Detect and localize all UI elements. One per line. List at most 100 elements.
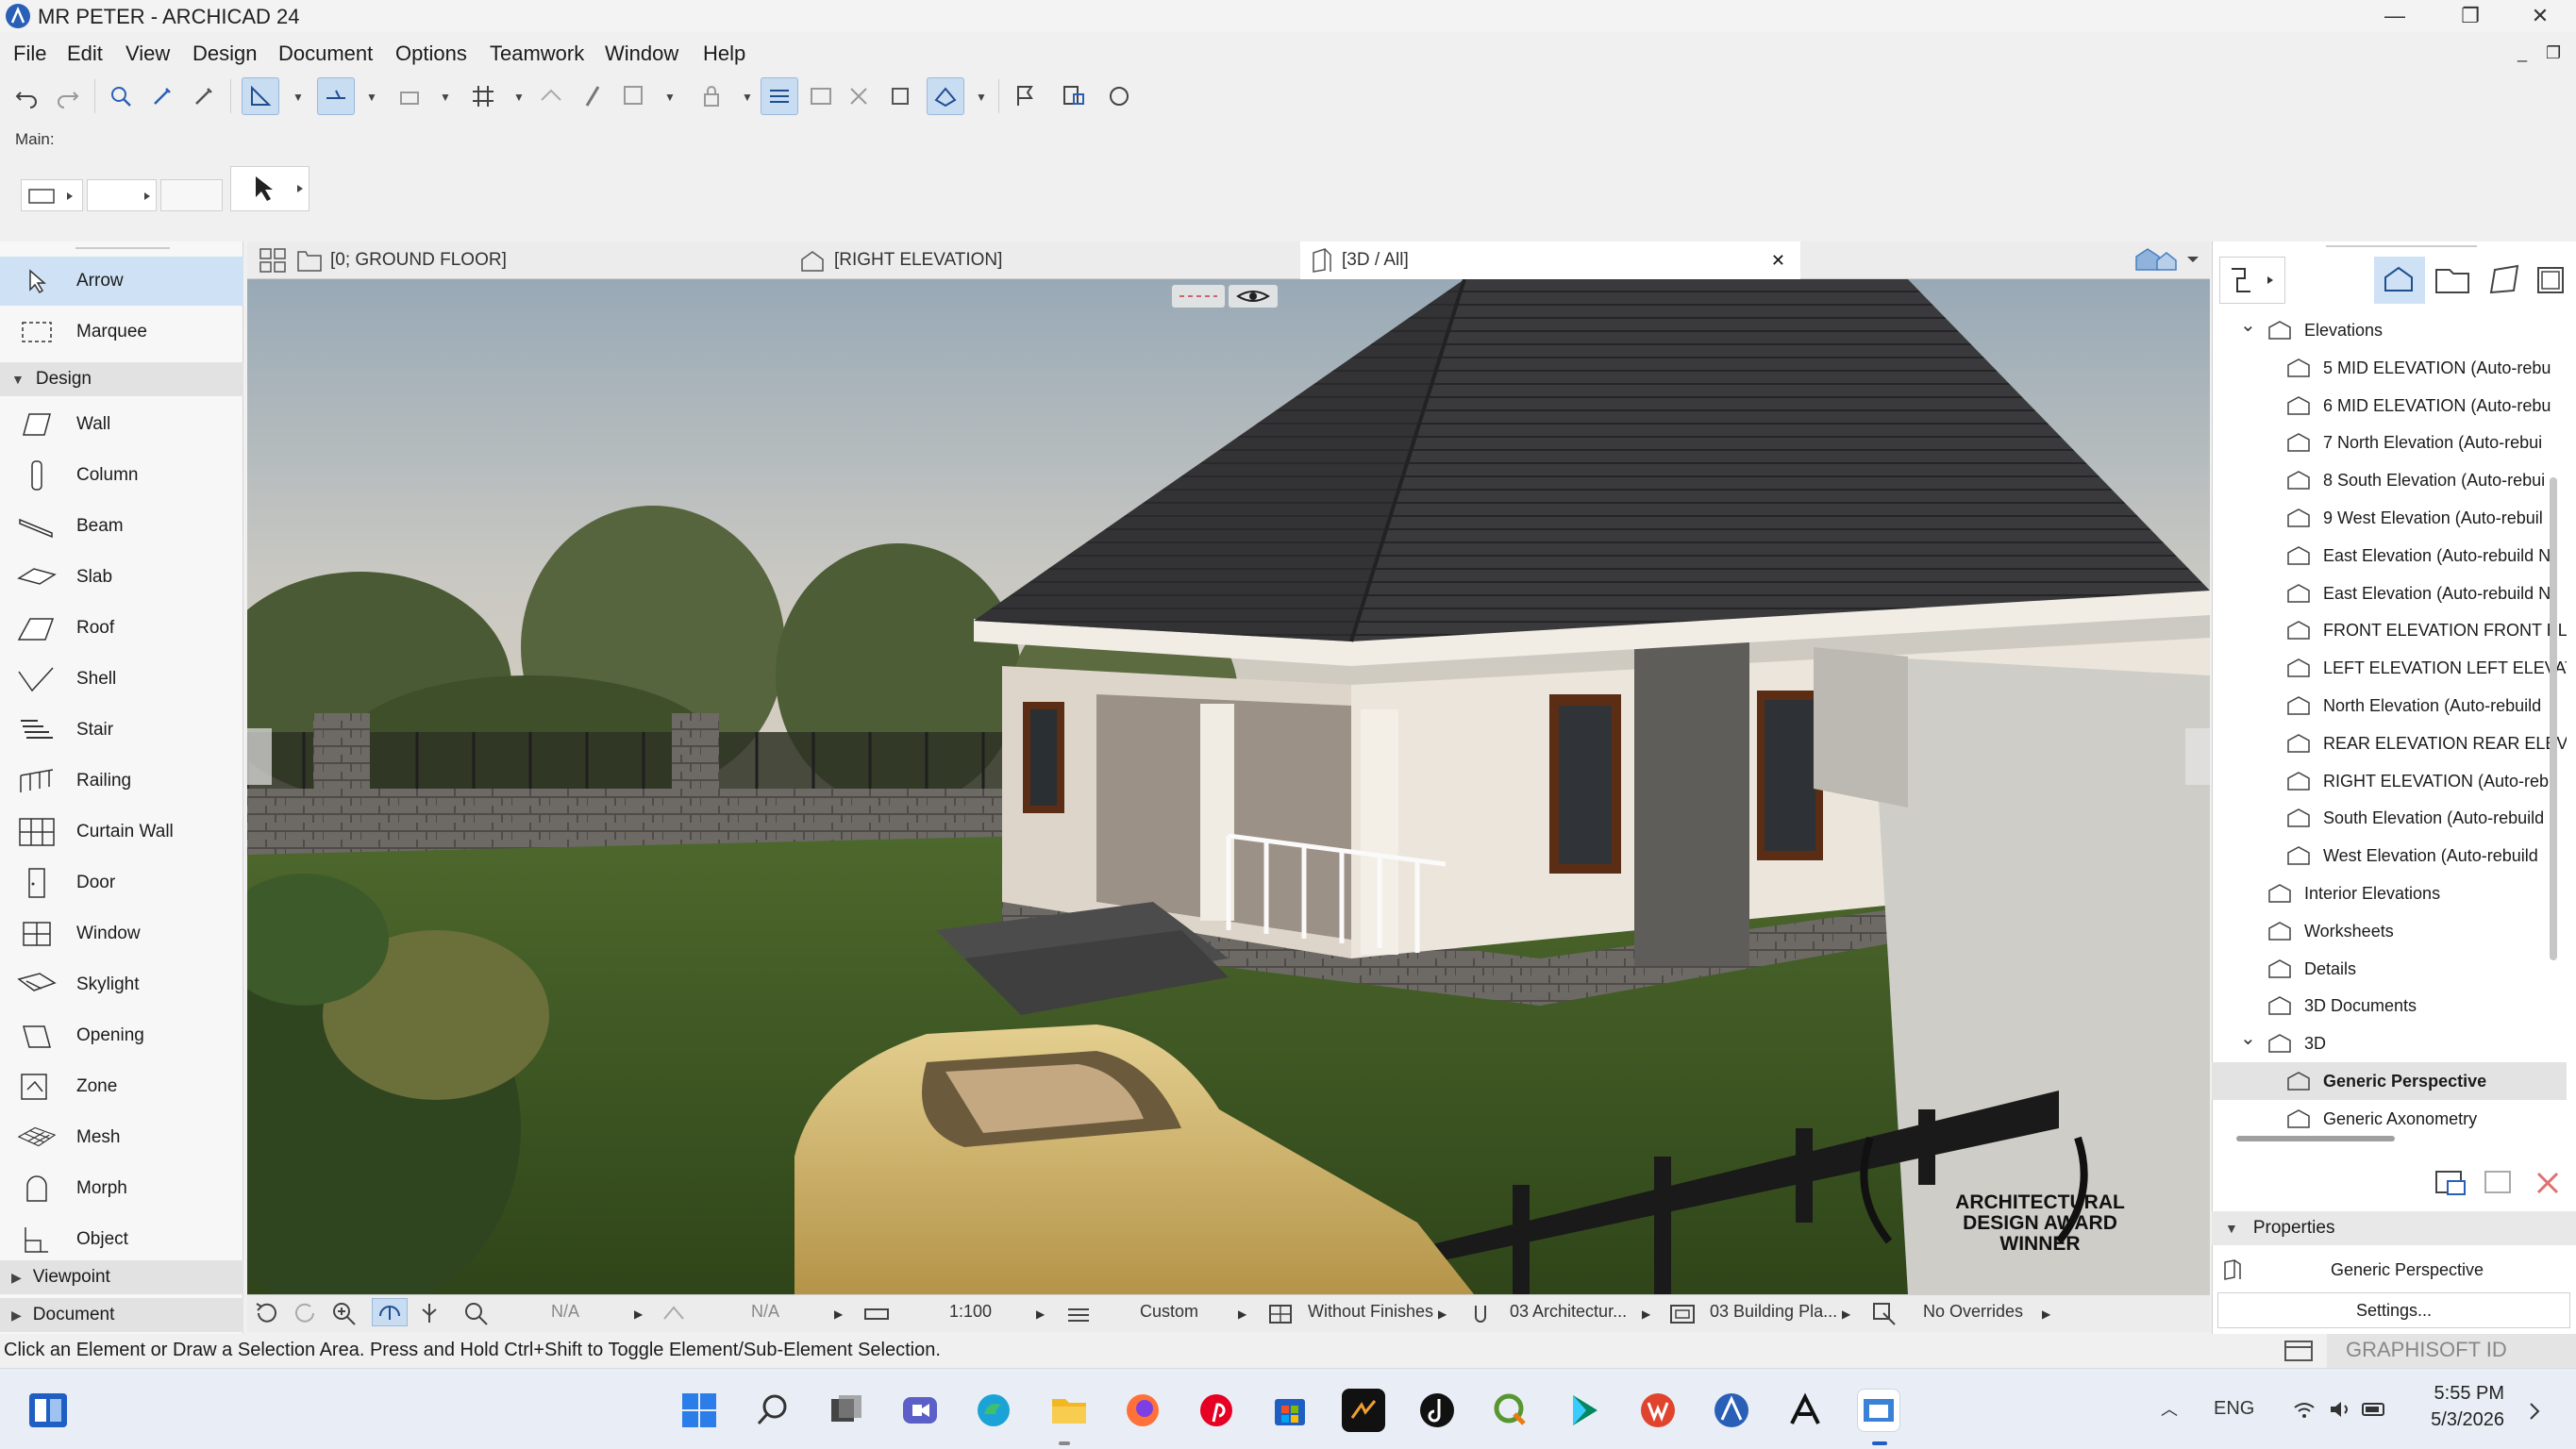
arrow-select-dropdown[interactable] — [230, 166, 309, 211]
3d-viewport[interactable]: ARCHITECTURAL DESIGN AWARD WINNER — [247, 279, 2210, 1294]
navigator-item[interactable]: 3D Documents — [2212, 987, 2567, 1024]
close-button[interactable]: ✕ — [2502, 0, 2576, 32]
structure-value[interactable]: Custom — [1140, 1302, 1198, 1322]
menu-help[interactable]: Help — [703, 42, 745, 66]
tool-door[interactable]: Door — [0, 858, 243, 908]
navigator-item[interactable]: Generic Perspective — [2212, 1062, 2567, 1100]
trace-icon[interactable] — [532, 77, 570, 115]
navigation-dash-control[interactable] — [1172, 285, 1225, 308]
minimize-button[interactable]: — — [2357, 0, 2433, 32]
navigator-item[interactable]: Generic Axonometry — [2212, 1100, 2567, 1138]
redo-view-icon[interactable] — [291, 1300, 319, 1326]
clone-folder-icon[interactable] — [2429, 1166, 2470, 1200]
firefox-icon[interactable] — [1121, 1389, 1164, 1432]
navigator-item[interactable]: REAR ELEVATION REAR ELEVA — [2212, 724, 2567, 762]
file-explorer-icon[interactable] — [1047, 1389, 1091, 1432]
undo-icon[interactable] — [8, 77, 45, 115]
clock-time[interactable]: 5:55 PM — [2421, 1383, 2504, 1405]
triangle-right-icon[interactable]: ▶ — [1642, 1307, 1650, 1321]
tool-skylight[interactable]: Skylight — [0, 960, 243, 1009]
fit-in-window-icon[interactable] — [462, 1300, 491, 1326]
wps-icon[interactable] — [1636, 1389, 1680, 1432]
layout-icon[interactable] — [615, 77, 653, 115]
tool-wall[interactable]: Wall — [0, 400, 243, 449]
model-view-icon[interactable] — [1668, 1302, 1697, 1326]
settings-button[interactable]: Settings... — [2217, 1292, 2570, 1328]
rotation-value[interactable]: N/A — [751, 1302, 779, 1322]
properties-header[interactable]: ▼ Properties — [2212, 1211, 2576, 1245]
qgis-icon[interactable] — [1489, 1389, 1532, 1432]
navigator-item[interactable]: West Elevation (Auto-rebuild — [2212, 837, 2567, 874]
zoom-value[interactable]: N/A — [551, 1302, 579, 1322]
window-app-icon[interactable] — [1857, 1389, 1900, 1432]
finishes-value[interactable]: Without Finishes — [1308, 1302, 1433, 1322]
rotate-icon[interactable] — [661, 1302, 689, 1324]
element-info-icon[interactable] — [802, 77, 840, 115]
graphisoft-id-button[interactable]: GRAPHISOFT ID — [2346, 1338, 2507, 1362]
navigator-item[interactable]: RIGHT ELEVATION (Auto-rebu — [2212, 762, 2567, 800]
navigator-item[interactable]: ⌄ 3D — [2212, 1024, 2567, 1062]
redo-icon[interactable] — [49, 77, 87, 115]
menu-edit[interactable]: Edit — [67, 42, 103, 66]
play-icon[interactable] — [1563, 1389, 1606, 1432]
tool-curtain-wall[interactable]: Curtain Wall — [0, 808, 243, 857]
renovation-filter-icon[interactable] — [927, 77, 964, 115]
tab-3d-all[interactable]: [3D / All] ✕ — [1300, 242, 1800, 279]
adobe-icon[interactable] — [1783, 1389, 1827, 1432]
menu-view[interactable]: View — [125, 42, 170, 66]
right-panel-handle[interactable] — [2185, 728, 2210, 785]
wifi-icon[interactable] — [2291, 1398, 2317, 1421]
left-panel-handle[interactable] — [247, 728, 272, 785]
language-indicator[interactable]: ENG — [2214, 1398, 2254, 1420]
navigator-item[interactable]: 9 West Elevation (Auto-rebuil — [2212, 499, 2567, 537]
navigator-item[interactable]: ⌄ Elevations — [2212, 311, 2567, 349]
finishes-icon[interactable] — [1266, 1302, 1295, 1326]
navigator-popup-button[interactable] — [2219, 257, 2285, 304]
cross-icon[interactable] — [840, 77, 878, 115]
triangle-right-icon[interactable]: ▶ — [634, 1307, 643, 1321]
search-icon[interactable] — [751, 1389, 795, 1432]
project-map-icon[interactable] — [2374, 257, 2425, 304]
navigator-item[interactable]: FRONT ELEVATION FRONT EL — [2212, 611, 2567, 649]
markup-icon[interactable] — [1055, 77, 1093, 115]
zoom-in-icon[interactable] — [330, 1300, 359, 1326]
magic-wand-tool-icon[interactable] — [242, 77, 279, 115]
navigator-item[interactable]: North Elevation (Auto-rebuild — [2212, 687, 2567, 724]
tool-morph[interactable]: Morph — [0, 1164, 243, 1213]
layer-combination-icon[interactable] — [391, 77, 428, 115]
navigator-item[interactable]: East Elevation (Auto-rebuild N — [2212, 537, 2567, 575]
graphic-override-icon[interactable] — [1870, 1300, 1899, 1326]
restore-button[interactable]: ❐ — [2433, 0, 2508, 32]
triangle-right-icon[interactable]: ▶ — [1842, 1307, 1850, 1321]
dropdown-arrow-icon[interactable]: ▼ — [293, 91, 304, 104]
navigator-item[interactable]: LEFT ELEVATION LEFT ELEVAT — [2212, 649, 2567, 687]
tool-roof[interactable]: Roof — [0, 604, 243, 653]
orbit-eye-icon[interactable] — [1229, 285, 1278, 308]
navigator-hscrollbar[interactable] — [2236, 1136, 2395, 1141]
partial-structure-dropdown[interactable] — [87, 179, 157, 211]
tool-column[interactable]: Column — [0, 451, 243, 500]
model-view-value[interactable]: 03 Building Pla... — [1710, 1302, 1837, 1322]
menu-file[interactable]: File — [13, 42, 46, 66]
orbit-icon[interactable] — [253, 1300, 281, 1326]
tool-slab[interactable]: Slab — [0, 553, 243, 602]
suspend-groups-icon[interactable] — [761, 77, 798, 115]
triangle-right-icon[interactable]: ▶ — [834, 1307, 843, 1321]
lock-icon[interactable] — [693, 77, 730, 115]
navigator-item[interactable]: 5 MID ELEVATION (Auto-rebu — [2212, 349, 2567, 387]
navigator-scrollbar[interactable] — [2550, 477, 2557, 960]
navigator-item[interactable]: Worksheets — [2212, 912, 2567, 950]
store-icon[interactable] — [1268, 1389, 1312, 1432]
navigator-item[interactable]: Details — [2212, 950, 2567, 988]
navigator-item[interactable]: 7 North Elevation (Auto-rebui — [2212, 424, 2567, 461]
inject-parameters-icon[interactable] — [185, 77, 223, 115]
tool-zone[interactable]: Zone — [0, 1062, 243, 1111]
menu-window[interactable]: Window — [605, 42, 678, 66]
explore-icon[interactable] — [415, 1300, 443, 1326]
tool-arrow[interactable]: Arrow — [0, 257, 243, 306]
video-call-icon[interactable] — [898, 1389, 942, 1432]
quick-options-icon[interactable] — [2129, 243, 2204, 277]
navigator-item[interactable]: South Elevation (Auto-rebuild — [2212, 799, 2567, 837]
pen-set-icon[interactable] — [1468, 1302, 1493, 1326]
dropdown-arrow-icon[interactable]: ▼ — [664, 91, 676, 104]
